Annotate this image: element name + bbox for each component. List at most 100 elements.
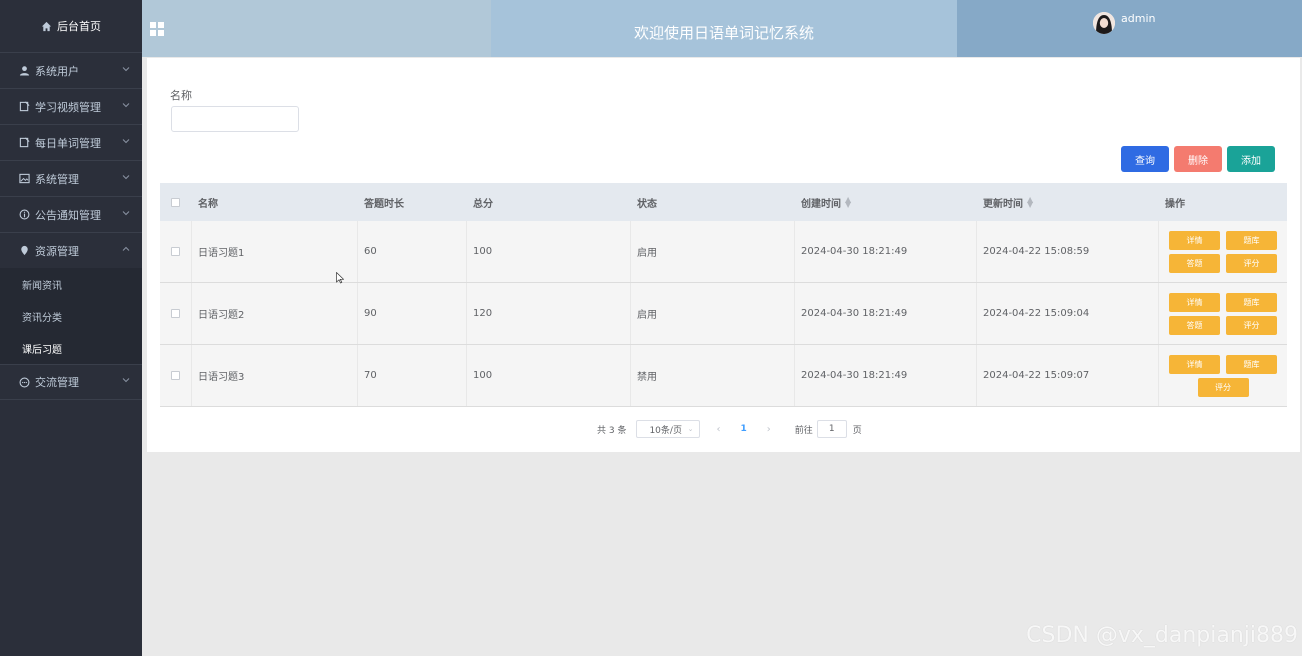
- cell-duration: 60: [358, 221, 467, 282]
- goto-label: 前往: [794, 425, 813, 436]
- chevron-down-icon: [122, 378, 130, 383]
- column-header-label: 更新时间: [983, 198, 1023, 210]
- chat-icon: [18, 376, 30, 388]
- table-header: 名称 答题时长 总分 状态 创建时间 ▲ ▼ 更新时间 ▲ ▼ 操作: [160, 183, 1287, 221]
- name-filter-input[interactable]: [171, 106, 299, 132]
- total-count: 共 3 条: [597, 425, 627, 436]
- sidebar-item-words[interactable]: 每日单词管理: [0, 124, 142, 160]
- sidebar-item-chat[interactable]: 交流管理: [0, 364, 142, 400]
- score-button[interactable]: 评分: [1226, 315, 1277, 335]
- name-filter-label: 名称: [170, 89, 192, 102]
- info-icon: [18, 209, 30, 221]
- sidebar-item-system[interactable]: 系统管理: [0, 160, 142, 196]
- goto-page-input[interactable]: 1: [816, 420, 847, 438]
- add-button[interactable]: 添加: [1227, 146, 1275, 172]
- cell-duration: 70: [358, 345, 467, 406]
- row-actions: 详情 题库 答题 评分: [1168, 230, 1278, 273]
- select-all-checkbox[interactable]: [171, 197, 180, 207]
- query-button[interactable]: 查询: [1121, 146, 1169, 172]
- delete-button[interactable]: 删除: [1174, 146, 1222, 172]
- detail-button[interactable]: 详情: [1169, 292, 1220, 312]
- detail-button[interactable]: 详情: [1169, 354, 1220, 374]
- sidebar-item-label: 交流管理: [35, 376, 79, 389]
- cell-status: 启用: [631, 283, 795, 344]
- cell-duration: 90: [358, 283, 467, 344]
- sidebar-subitem-label: 新闻资讯: [22, 280, 62, 292]
- question-bank-button[interactable]: 题库: [1226, 354, 1277, 374]
- chevron-down-icon: [122, 102, 130, 107]
- cell-updated: 2024-04-22 15:09:07: [977, 345, 1159, 406]
- grid-menu-icon[interactable]: [150, 21, 164, 36]
- row-select-cell: [160, 283, 192, 344]
- sidebar-item-resources[interactable]: 资源管理: [0, 232, 142, 268]
- sidebar-item-users[interactable]: 系统用户: [0, 52, 142, 88]
- table-row: 日语习题3 70 100 禁用 2024-04-30 18:21:49 2024…: [160, 345, 1287, 407]
- prev-page-icon[interactable]: ‹: [716, 424, 720, 435]
- page-size-value: 10条/页: [649, 425, 682, 436]
- sidebar-item-notice[interactable]: 公告通知管理: [0, 196, 142, 232]
- detail-button[interactable]: 详情: [1169, 230, 1220, 250]
- table-row: 日语习题1 60 100 启用 2024-04-30 18:21:49 2024…: [160, 221, 1287, 283]
- score-button[interactable]: 评分: [1197, 377, 1249, 397]
- select-all-cell: [160, 183, 192, 221]
- row-checkbox[interactable]: [171, 371, 180, 380]
- page-title: 欢迎使用日语单词记忆系统: [491, 0, 957, 57]
- row-checkbox[interactable]: [171, 247, 180, 256]
- document-icon: [18, 101, 30, 113]
- cell-created: 2024-04-30 18:21:49: [795, 345, 977, 406]
- answer-button[interactable]: 答题: [1169, 315, 1220, 335]
- question-bank-button[interactable]: 题库: [1226, 292, 1277, 312]
- cell-total: 120: [467, 283, 631, 344]
- watermark: CSDN @vx_danpianji889: [1026, 623, 1298, 648]
- sidebar-item-video[interactable]: 学习视频管理: [0, 88, 142, 124]
- cell-created: 2024-04-30 18:21:49: [795, 283, 977, 344]
- sidebar-subitem-news[interactable]: 新闻资讯: [0, 268, 142, 300]
- chevron-down-icon: [122, 210, 130, 215]
- page-number-current[interactable]: 1: [740, 424, 746, 434]
- sort-icon[interactable]: ▲ ▼: [845, 196, 851, 209]
- sidebar-home[interactable]: 后台首页: [0, 0, 142, 52]
- chevron-down-icon: [122, 138, 130, 143]
- row-actions: 详情 题库 答题 评分: [1168, 292, 1278, 335]
- top-header: 欢迎使用日语单词记忆系统 admin: [142, 0, 1302, 57]
- image-icon: [18, 173, 30, 185]
- home-icon: [41, 21, 52, 31]
- row-checkbox[interactable]: [171, 309, 180, 318]
- sidebar: 后台首页 系统用户 学习视频管理 每日单词管理 系统管理 公告通知管理 资源管理…: [0, 0, 142, 656]
- sidebar-subitem-exercises[interactable]: 课后习题: [0, 332, 142, 364]
- page-size-select[interactable]: 10条/页 ⌄: [636, 420, 701, 438]
- chevron-down-icon: [122, 174, 130, 179]
- sidebar-home-label: 后台首页: [57, 20, 101, 33]
- cell-status: 禁用: [631, 345, 795, 406]
- cell-actions: 详情 题库 答题 评分: [1159, 221, 1287, 282]
- document-icon: [18, 137, 30, 149]
- column-header: 操作: [1159, 183, 1287, 221]
- question-bank-button[interactable]: 题库: [1226, 230, 1277, 250]
- cell-actions: 详情 题库 答题 评分: [1159, 283, 1287, 344]
- cell-actions: 详情 题库 评分: [1159, 345, 1287, 406]
- column-header: 名称: [192, 183, 358, 221]
- column-header-created[interactable]: 创建时间 ▲ ▼: [795, 183, 977, 221]
- sidebar-subitem-label: 课后习题: [22, 344, 62, 356]
- sidebar-item-label: 学习视频管理: [35, 100, 101, 114]
- user-menu[interactable]: admin: [957, 0, 1302, 57]
- column-header-updated[interactable]: 更新时间 ▲ ▼: [977, 183, 1159, 221]
- answer-button[interactable]: 答题: [1169, 253, 1220, 273]
- row-actions: 详情 题库 评分: [1168, 354, 1278, 397]
- sidebar-item-label: 公告通知管理: [35, 208, 101, 222]
- exercise-table: 名称 答题时长 总分 状态 创建时间 ▲ ▼ 更新时间 ▲ ▼ 操作 日语习题1 60 …: [160, 183, 1287, 407]
- sidebar-item-label: 每日单词管理: [35, 136, 101, 150]
- chevron-down-icon: ⌄: [687, 425, 694, 433]
- cell-name: 日语习题1: [192, 221, 358, 282]
- sort-icon[interactable]: ▲ ▼: [1027, 196, 1033, 209]
- score-button[interactable]: 评分: [1226, 253, 1277, 273]
- cell-updated: 2024-04-22 15:09:04: [977, 283, 1159, 344]
- username: admin: [1121, 12, 1156, 25]
- column-header: 状态: [631, 183, 795, 221]
- sidebar-subitem-news-category[interactable]: 资讯分类: [0, 300, 142, 332]
- cell-status: 启用: [631, 221, 795, 282]
- cell-total: 100: [467, 221, 631, 282]
- next-page-icon[interactable]: ›: [767, 424, 771, 435]
- column-header: 答题时长: [358, 183, 467, 221]
- cell-name: 日语习题2: [192, 283, 358, 344]
